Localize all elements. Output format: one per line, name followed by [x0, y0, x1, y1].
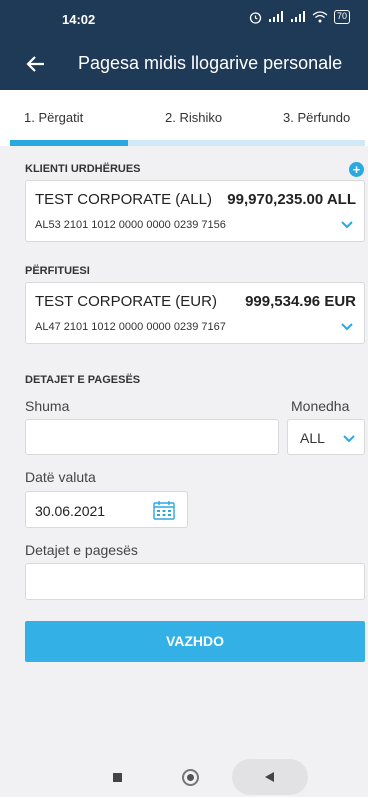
step-prepare: 1. Përgatit: [24, 110, 84, 125]
status-icons: 70: [249, 10, 350, 24]
back-triangle-icon: [265, 772, 274, 782]
payer-account-balance: 99,970,235.00 ALL: [227, 191, 356, 208]
back-arrow-icon[interactable]: [26, 54, 46, 74]
amount-input[interactable]: [25, 419, 279, 455]
beneficiary-account-iban: AL47 2101 1012 0000 0000 0239 7167: [35, 321, 226, 333]
value-date-label: Datë valuta: [25, 469, 96, 485]
beneficiary-account-name: TEST CORPORATE (EUR): [35, 293, 217, 310]
nav-back-button[interactable]: [232, 759, 308, 795]
stepper: 1. Përgatit 2. Rishiko 3. Përfundo: [0, 90, 368, 146]
calendar-icon[interactable]: [153, 500, 175, 520]
beneficiary-account-balance: 999,534.96 EUR: [245, 293, 356, 310]
signal-icon-2: [290, 11, 305, 22]
details-section-label: DETAJET E PAGESËS: [25, 374, 141, 386]
home-icon[interactable]: [182, 769, 199, 786]
continue-button[interactable]: VAZHDO: [25, 621, 365, 662]
chevron-down-icon: [341, 323, 353, 331]
signal-icon: [268, 11, 283, 22]
currency-value: ALL: [300, 430, 325, 446]
system-nav-bar: [0, 756, 368, 797]
alarm-icon: [249, 11, 262, 24]
status-time: 14:02: [62, 12, 96, 27]
app-bar: Pagesa midis llogarive personale: [0, 38, 368, 90]
currency-label: Monedha: [291, 398, 350, 414]
chevron-down-icon: [341, 221, 353, 229]
add-account-icon[interactable]: +: [349, 162, 364, 177]
beneficiary-account-select[interactable]: TEST CORPORATE (EUR) 999,534.96 EUR AL47…: [25, 282, 365, 344]
step-finish: 3. Përfundo: [283, 110, 351, 125]
currency-select[interactable]: ALL: [287, 419, 365, 455]
step-review: 2. Rishiko: [165, 110, 223, 125]
chevron-down-icon: [343, 435, 355, 443]
page-title: Pagesa midis llogarive personale: [78, 53, 343, 73]
amount-label: Shuma: [25, 398, 70, 414]
beneficiary-section-label: PËRFITUESI: [25, 265, 90, 277]
wifi-icon: [312, 11, 328, 23]
battery-icon: 70: [333, 10, 350, 24]
payment-details-label: Detajet e pagesës: [25, 542, 138, 558]
value-date-field[interactable]: 30.06.2021: [25, 491, 188, 528]
payment-details-input[interactable]: [25, 563, 365, 600]
payer-account-select[interactable]: TEST CORPORATE (ALL) 99,970,235.00 ALL A…: [25, 180, 365, 242]
recents-icon[interactable]: [113, 773, 122, 782]
value-date-value: 30.06.2021: [35, 503, 106, 519]
status-bar: 14:02 70: [0, 0, 368, 38]
payer-account-iban: AL53 2101 1012 0000 0000 0239 7156: [35, 219, 226, 231]
payer-account-name: TEST CORPORATE (ALL): [35, 191, 212, 208]
payer-section-label: KLIENTI URDHËRUES: [25, 163, 141, 175]
